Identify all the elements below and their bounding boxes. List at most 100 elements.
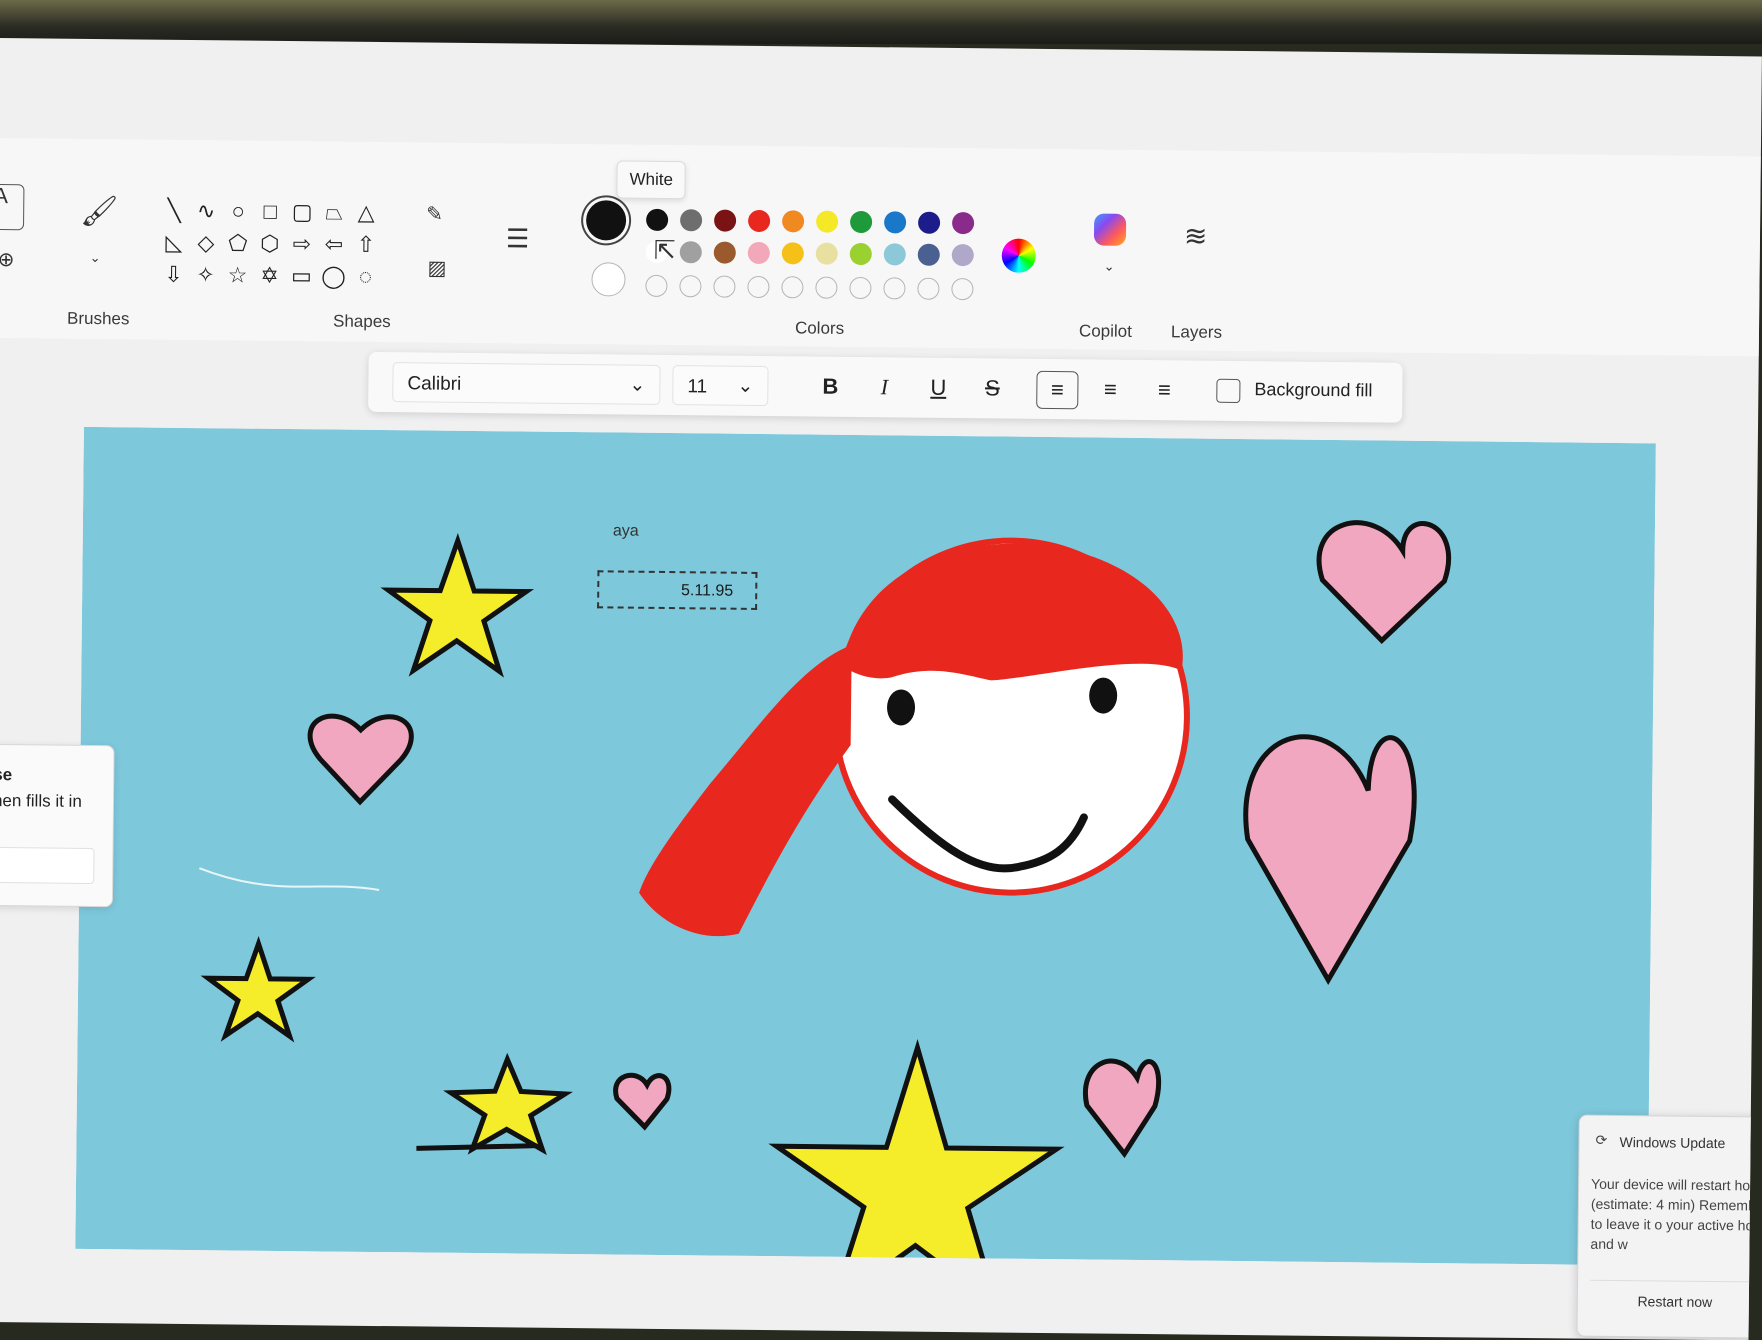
font-family-select[interactable]: Calibri ⌄ — [392, 362, 661, 405]
brush-icon[interactable]: 🖌 — [80, 195, 118, 228]
windows-update-toast: ⟳ Windows Update Your device will restar… — [1576, 1114, 1762, 1339]
color-swatch[interactable] — [951, 243, 974, 267]
shape-size-icon[interactable]: ☰ — [506, 223, 530, 253]
colors-label: Colors — [794, 318, 845, 338]
callout-oval-shape-icon[interactable]: ◯ — [319, 263, 347, 289]
drawing-canvas[interactable]: aya 5.11.95 — [75, 426, 1656, 1266]
palette-row-2 — [0, 138, 1761, 267]
toast-body: Your device will restart hours (estimate… — [1590, 1175, 1762, 1253]
color-swatch[interactable] — [918, 211, 941, 234]
callout-cloud-shape-icon[interactable]: ◌ — [351, 264, 379, 290]
color-swatch[interactable] — [849, 276, 872, 300]
refresh-icon: ⟳ — [1595, 1131, 1608, 1148]
chevron-down-icon: ⌄ — [737, 375, 754, 397]
up-arrow-shape-icon[interactable]: ⇧ — [352, 232, 380, 258]
tool-tip-popup: se hen fills it in — [0, 743, 115, 908]
bold-button[interactable]: B — [812, 369, 848, 405]
left-arrow-shape-icon[interactable]: ⇦ — [320, 231, 348, 257]
color-picker-icon[interactable] — [1001, 238, 1036, 273]
color-swatch[interactable] — [714, 209, 737, 232]
color-swatch[interactable] — [815, 242, 838, 265]
color-swatch[interactable] — [679, 241, 702, 264]
brush-dropdown-icon[interactable]: ⌄ — [90, 250, 101, 265]
brushes-label: Brushes — [66, 308, 130, 329]
color-swatch[interactable] — [884, 211, 907, 234]
fill-icon[interactable]: ▨ — [427, 257, 446, 279]
curve-shape-icon[interactable]: ∿ — [192, 198, 220, 224]
toast-title: Windows Update — [1619, 1134, 1726, 1152]
color-swatch[interactable] — [645, 274, 668, 298]
restart-now-button[interactable]: Restart now — [1589, 1279, 1761, 1323]
palette-row-1 — [0, 138, 1761, 235]
color-swatch[interactable] — [815, 276, 838, 299]
font-size-select[interactable]: 11 ⌄ — [672, 365, 769, 407]
align-center-button[interactable]: ≡ — [1092, 371, 1128, 407]
color-swatch[interactable] — [883, 277, 906, 300]
color-swatch[interactable] — [850, 210, 873, 234]
down-arrow-shape-icon[interactable]: ⇩ — [159, 262, 187, 288]
line-shape-icon[interactable]: ╲ — [160, 198, 188, 224]
name-text[interactable]: aya — [613, 522, 639, 540]
mouse-cursor-icon: ⇱ — [653, 234, 676, 266]
color-swatch[interactable] — [713, 241, 736, 264]
four-point-star-shape-icon[interactable]: ✧ — [191, 262, 219, 288]
right-triangle-shape-icon[interactable]: ◺ — [160, 230, 188, 256]
pentagon-shape-icon[interactable]: ⬠ — [224, 230, 252, 256]
color-swatch[interactable] — [748, 209, 771, 233]
color-swatch[interactable] — [883, 243, 906, 266]
color-swatch[interactable] — [679, 275, 702, 298]
rectangle-shape-icon[interactable]: □ — [256, 199, 284, 225]
color-swatch[interactable] — [816, 210, 839, 233]
ribbon-toolbar: A ⊕ 🖌 ⌄ Brushes ╲ ∿ ○ □ ▢ ⏢ △ ◺ ◇ ⬠ ⬡ ⇨ … — [0, 137, 1761, 357]
underline-button[interactable]: U — [920, 370, 956, 406]
popup-line-2: hen fills it in — [0, 790, 82, 811]
align-right-button[interactable]: ≡ — [1146, 372, 1182, 408]
primary-color[interactable] — [585, 200, 627, 241]
triangle-shape-icon[interactable]: △ — [352, 200, 380, 226]
shapes-label: Shapes — [332, 311, 391, 332]
strikethrough-button[interactable]: S — [974, 370, 1010, 406]
color-swatch[interactable] — [747, 241, 770, 265]
background-fill-label: Background fill — [1254, 379, 1373, 401]
callout-rect-shape-icon[interactable]: ▭ — [287, 263, 315, 289]
color-swatch[interactable] — [680, 209, 703, 232]
text-format-bar: Calibri ⌄ 11 ⌄ B I U S ≡ ≡ ≡ Background … — [368, 351, 1403, 423]
five-point-star-shape-icon[interactable]: ☆ — [223, 262, 251, 288]
zoom-icon[interactable]: ⊕ — [0, 249, 15, 271]
color-swatch[interactable] — [713, 275, 736, 298]
color-swatch[interactable] — [917, 243, 940, 266]
six-point-star-shape-icon[interactable]: ✡ — [255, 263, 283, 289]
polygon-shape-icon[interactable]: ⏢ — [320, 199, 348, 225]
color-swatch[interactable] — [781, 242, 804, 265]
color-swatch[interactable] — [782, 210, 805, 233]
copilot-icon[interactable] — [1093, 213, 1127, 246]
outline-icon[interactable]: ✎ — [426, 203, 443, 225]
secondary-color[interactable] — [591, 262, 626, 297]
italic-button[interactable]: I — [866, 369, 902, 405]
color-tooltip: White — [616, 160, 687, 200]
canvas-drawing[interactable] — [75, 426, 1656, 1266]
diamond-shape-icon[interactable]: ◇ — [192, 230, 220, 256]
right-arrow-shape-icon[interactable]: ⇨ — [288, 231, 316, 257]
chevron-down-icon: ⌄ — [629, 374, 646, 396]
copilot-dropdown-icon[interactable]: ⌄ — [1104, 259, 1115, 274]
oval-shape-icon[interactable]: ○ — [224, 198, 252, 224]
color-swatch[interactable] — [849, 242, 872, 266]
rounded-rectangle-shape-icon[interactable]: ▢ — [288, 199, 316, 225]
hexagon-shape-icon[interactable]: ⬡ — [256, 231, 284, 257]
paint-window: A ⊕ 🖌 ⌄ Brushes ╲ ∿ ○ □ ▢ ⏢ △ ◺ ◇ ⬠ ⬡ ⇨ … — [0, 38, 1762, 1340]
color-swatch[interactable] — [951, 277, 974, 301]
active-textbox[interactable]: 5.11.95 — [597, 570, 758, 610]
layers-icon[interactable]: ≋ — [1184, 220, 1208, 251]
color-swatch[interactable] — [781, 276, 804, 299]
color-swatch[interactable] — [951, 211, 975, 235]
color-swatch[interactable] — [747, 275, 770, 299]
color-swatch[interactable] — [646, 208, 669, 232]
shapes-gallery[interactable]: ╲ ∿ ○ □ ▢ ⏢ △ ◺ ◇ ⬠ ⬡ ⇨ ⇦ ⇧ ⇩ ✧ ☆ ✡ ▭ ◯ … — [0, 138, 1761, 289]
color-swatch[interactable] — [917, 277, 940, 300]
align-left-button[interactable]: ≡ — [1036, 370, 1079, 410]
background-fill-checkbox[interactable] — [1216, 378, 1241, 404]
layers-label: Layers — [1170, 322, 1223, 342]
text-tool-icon[interactable]: A — [0, 183, 25, 231]
popup-button[interactable] — [0, 846, 95, 885]
